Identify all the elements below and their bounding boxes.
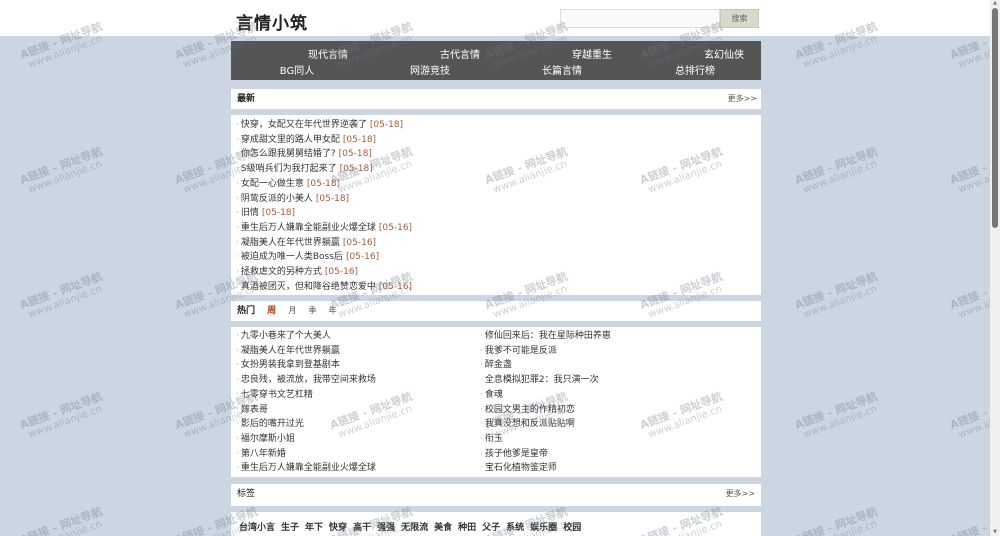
main-nav: 现代言情 古代言情 穿越重生 玄幻仙侠 BG同人 网游竞技 长篇言情 总排行榜 [231,41,761,80]
tag-item[interactable]: 年下 [305,520,323,533]
tags-header: 标签 更多>> [231,484,761,506]
nav-link-modern[interactable]: 现代言情 [278,46,378,61]
tags-title: 标签 [237,489,256,499]
list-item[interactable]: · 孩子他爹是皇帝 [480,447,548,461]
header: 言情小筑 搜索 [0,0,990,36]
watermark-text: A链接 - 网址导航www.alianjie.cn [793,389,880,441]
latest-header: 最新 更多>> [231,89,761,109]
site-title[interactable]: 言情小筑 [236,9,308,34]
list-item[interactable]: · 校园文男主的作精初恋 [480,403,575,417]
nav-link-long[interactable]: 长篇言情 [512,62,612,77]
list-item[interactable]: · 修仙回来后：我在星际种田养崽 [480,329,611,343]
list-item[interactable]: · 被迫成为唯一人类Boss后 [05-16] [236,250,379,264]
tag-item[interactable]: 种田 [458,520,476,533]
list-item[interactable]: · 重生后万人嫌靠全能副业火爆全球 [236,461,376,475]
tag-item[interactable]: 强强 [377,520,395,533]
nav-link-ranking[interactable]: 总排行榜 [645,62,745,77]
watermark-text: A链接 - 网址导航www.alianjie.cn [18,144,105,196]
latest-list: · 快穿，女配又在年代世界逆袭了 [05-18] · 穿成甜文里的路人甲女配 [05-1… [231,115,761,295]
hot-header: 热门 周 月 季 年 [231,301,761,321]
list-item[interactable]: · 你怎么跟我舅舅结婚了? [05-18] [236,147,372,161]
tags-more-link[interactable]: 更多>> [726,484,755,504]
list-item[interactable]: · 七零穿书文艺杠精 [236,388,313,402]
list-item[interactable]: · 食魂 [480,388,503,402]
tag-item[interactable]: 娱乐圈 [530,520,557,533]
list-item[interactable]: · 拯救虐文的另种方式 [05-16] [236,265,358,279]
list-item[interactable]: · 衔玉 [480,432,503,446]
tag-item[interactable]: 台湾小言 [239,520,275,533]
list-item[interactable]: · 旧情 [05-18] [236,206,295,220]
list-item[interactable]: · 阴鸷反派的小美人 [05-18] [236,192,349,206]
watermark-text: A链接 - 网址导航www.alianjie.cn [18,389,105,441]
tag-item[interactable]: 快穿 [329,520,347,533]
list-item[interactable]: · S级哨兵们为我打起来了 [05-18] [236,162,373,176]
list-item[interactable]: · 穿成甜文里的路人甲女配 [05-18] [236,133,376,147]
nav-link-bg[interactable]: BG同人 [247,62,347,77]
scroll-up-icon[interactable]: ▲ [992,1,998,6]
list-item[interactable]: · 福尔摩斯小姐 [236,432,295,446]
nav-link-rebirth[interactable]: 穿越重生 [542,46,642,61]
search-button[interactable]: 搜索 [720,9,759,28]
tag-item[interactable]: 无限流 [401,520,428,533]
tag-item[interactable]: 高干 [353,520,371,533]
watermark-text: A链接 - 网址导航www.alianjie.cn [18,269,105,321]
list-item[interactable]: · 凝脂美人在年代世界躺赢 [236,344,340,358]
list-item[interactable]: · 真酒被团灭，但和降谷绝赞恋爱中 [05-16] [236,280,412,294]
tag-item[interactable]: 父子 [482,520,500,533]
list-item[interactable]: · 宝石化植物鉴定师 [480,461,557,475]
tags-list: 台湾小言 生子 年下 快穿 高干 强强 无限流 美食 种田 父子 系统 娱乐圈 校园 [231,512,761,536]
list-item[interactable]: · 第八年新婚 [236,447,286,461]
hot-list: · 九零小巷来了个大美人 · 凝脂美人在年代世界躺赢 · 女扮男装我拿到登基剧本 · 忠… [231,327,761,477]
tag-item[interactable]: 系统 [506,520,524,533]
scrollbar[interactable]: ▲ ▼ [990,0,1000,536]
nav-link-ancient[interactable]: 古代言情 [410,46,510,61]
list-item[interactable]: · 快穿，女配又在年代世界逆袭了 [05-18] [236,118,403,132]
latest-title: 最新 [237,94,256,104]
tag-item[interactable]: 美食 [434,520,452,533]
tab-month[interactable]: 月 [288,301,296,321]
list-item[interactable]: · 全息模拟犯罪2：我只演一次 [480,373,599,387]
tag-item[interactable]: 生子 [281,520,299,533]
list-item[interactable]: · 我真没想和反派贴贴啊 [480,417,575,431]
scroll-thumb[interactable] [992,8,998,228]
watermark-text: A链接 - 网址导航www.alianjie.cn [18,504,105,536]
list-item[interactable]: · 女扮男装我拿到登基剧本 [236,358,340,372]
list-item[interactable]: · 凝脂美人在年代世界躺赢 [05-16] [236,236,376,250]
tag-item[interactable]: 校园 [563,520,581,533]
watermark-text: A链接 - 网址导航www.alianjie.cn [793,144,880,196]
list-item[interactable]: · 九零小巷来了个大美人 [236,329,331,343]
nav-link-fantasy[interactable]: 玄幻仙侠 [674,46,774,61]
list-item[interactable]: · 女配一心做生意 [05-18] [236,177,340,191]
tab-week[interactable]: 周 [267,301,276,321]
watermark-text: A链接 - 网址导航www.alianjie.cn [793,504,880,536]
scroll-down-icon[interactable]: ▼ [992,530,998,535]
list-item[interactable]: · 影后的嘴开过光 [236,417,304,431]
search-input[interactable] [560,9,720,28]
list-item[interactable]: · 嫁表哥 [236,403,268,417]
list-item[interactable]: · 重生后万人嫌靠全能副业火爆全球 [05-16] [236,221,412,235]
tab-season[interactable]: 季 [308,301,316,321]
list-item[interactable]: · 醉金盏 [480,358,512,372]
tab-year[interactable]: 年 [329,301,337,321]
list-item[interactable]: · 我爹不可能是反派 [480,344,557,358]
hot-title: 热门 [237,306,256,316]
list-item[interactable]: · 忠良残，被流放，我带空间来救场 [236,373,376,387]
watermark-text: A链接 - 网址导航www.alianjie.cn [793,269,880,321]
nav-link-game[interactable]: 网游竞技 [380,62,480,77]
latest-more-link[interactable]: 更多>> [728,89,757,109]
